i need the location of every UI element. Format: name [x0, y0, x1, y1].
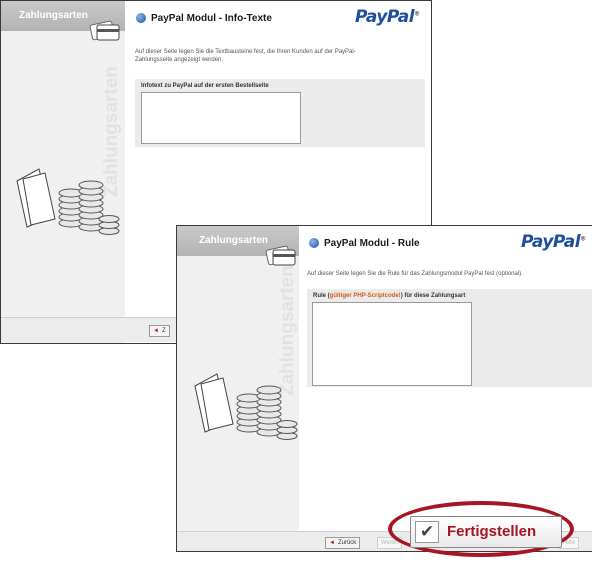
cards-icon [265, 245, 296, 266]
title-bullet-icon [136, 13, 146, 23]
back-button[interactable]: ◄ Z [149, 325, 170, 337]
sidebar: Zahlungsarten Zahlungsarten [177, 226, 299, 551]
checkmark-icon: ✔ [415, 521, 439, 543]
sidebar-title: Zahlungsarten [199, 235, 268, 246]
paypal-logo-text: PayPal [355, 7, 415, 27]
page-description: Auf dieser Seite legen Sie die Textbaust… [135, 49, 356, 63]
back-arrow-icon: ◄ [329, 540, 335, 546]
paypal-logo-text: PayPal [521, 232, 581, 252]
rule-label-highlight: gültiger PHP-Scriptcode! [329, 293, 401, 299]
back-button[interactable]: ◄ Zurück [325, 537, 361, 549]
rule-label: Rule (gültiger PHP-Scriptcode!) für dies… [313, 293, 465, 299]
cards-icon [89, 20, 120, 41]
sidebar: Zahlungsarten Zahlungsarten [1, 1, 125, 343]
back-button-label: Z [161, 328, 166, 334]
rule-textarea[interactable] [312, 302, 472, 386]
rule-label-prefix: Rule ( [313, 293, 330, 299]
page-description: Auf dieser Seite legen Sie die Rule für … [307, 271, 523, 277]
finish-button-label: Fertigstellen [447, 523, 537, 540]
next-button-label: Weiter [381, 540, 399, 546]
page-title: PayPal Modul - Info-Texte [151, 13, 272, 24]
sidebar-title: Zahlungsarten [19, 10, 88, 21]
title-bullet-icon [309, 238, 319, 248]
rule-label-suffix: ) für diese Zahlungsart [400, 293, 466, 299]
coins-illustration-icon [16, 168, 120, 235]
page-title: PayPal Modul - Rule [324, 238, 420, 249]
coins-illustration-icon [194, 373, 298, 440]
infotext-textarea[interactable] [141, 92, 301, 144]
infotext-panel: Infotext zu PayPal auf der ersten Bestel… [135, 79, 425, 147]
paypal-logo: PayPal® [521, 232, 586, 252]
paypal-logo: PayPal® [355, 7, 420, 27]
finish-button[interactable]: ✔ Fertigstellen [410, 516, 562, 548]
back-button-label: Zurück [337, 540, 357, 546]
wizard-window-rule: Zahlungsarten Zahlungsarten PayPal Modul… [176, 225, 592, 552]
back-arrow-icon: ◄ [153, 328, 159, 334]
infotext-label: Infotext zu PayPal auf der ersten Bestel… [141, 83, 269, 89]
rule-panel: Rule (gültiger PHP-Scriptcode!) für dies… [307, 289, 592, 387]
